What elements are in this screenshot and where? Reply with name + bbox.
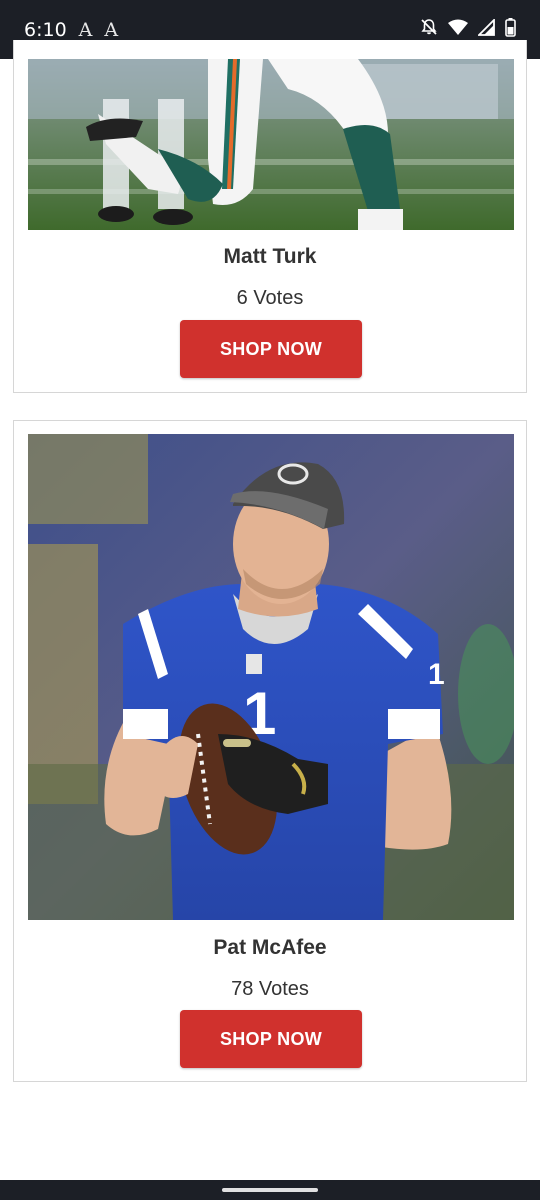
status-icons	[420, 17, 516, 42]
signal-icon	[476, 17, 495, 41]
wifi-icon	[448, 19, 468, 41]
player-photo: 1 1	[28, 434, 514, 920]
player-photo	[28, 59, 514, 230]
svg-text:1: 1	[428, 658, 445, 691]
home-gesture-handle[interactable]	[222, 1188, 318, 1192]
player-card: Matt Turk 6 Votes SHOP NOW	[13, 40, 527, 393]
shop-now-button[interactable]: SHOP NOW	[180, 320, 362, 378]
player-name: Pat McAfee	[213, 936, 327, 959]
accessibility-indicator-icon: A	[78, 18, 93, 41]
player-card: 1 1 Pat McAfee 78 Votes SHOP NOW	[13, 420, 527, 1082]
shop-now-button[interactable]: SHOP NOW	[180, 1010, 362, 1068]
notifications-off-icon	[420, 18, 438, 41]
accessibility-indicator-icon: A	[104, 18, 119, 41]
vote-count: 78 Votes	[231, 978, 309, 1000]
battery-icon	[505, 17, 516, 42]
vote-count: 6 Votes	[236, 287, 304, 309]
status-time: 6:10	[24, 18, 67, 41]
navigation-bar	[0, 1180, 540, 1200]
player-name: Matt Turk	[223, 245, 317, 268]
